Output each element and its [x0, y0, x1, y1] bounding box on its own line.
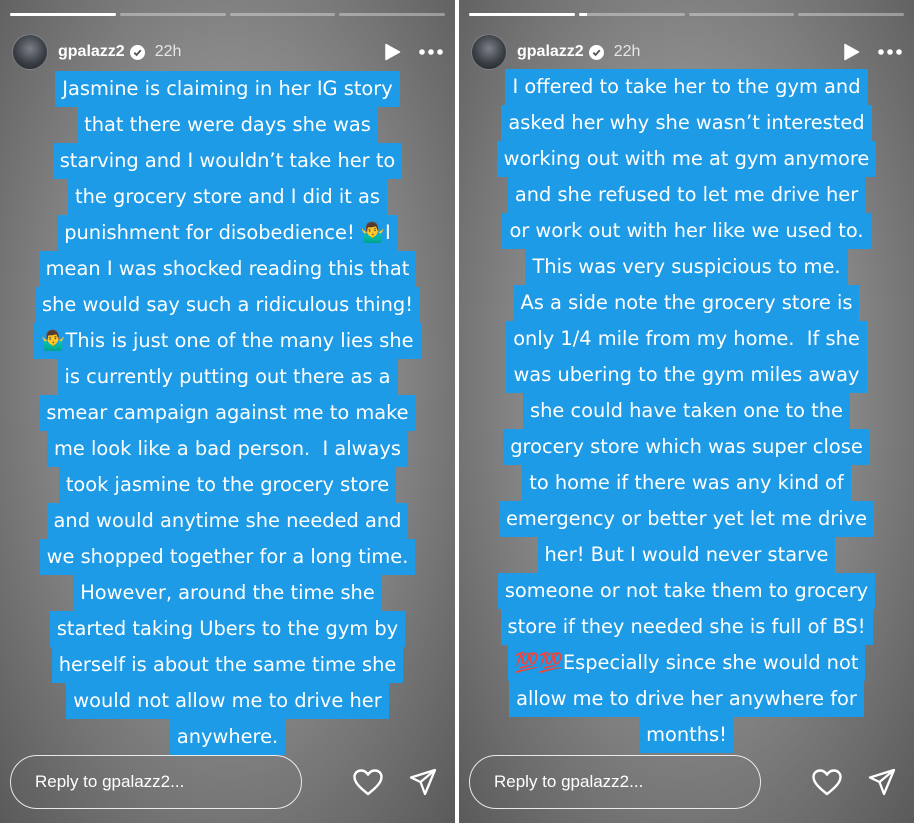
reply-input[interactable]: Reply to gpalazz2...: [10, 755, 302, 809]
play-icon[interactable]: [384, 43, 401, 61]
story-text-line: grocery store which was super close: [503, 429, 870, 465]
story-progress-bar: [469, 13, 904, 16]
story-text-line: punishment for disobedience! 🤷‍♂️I: [57, 215, 398, 251]
story-text-line: 💯💯Especially since she would not: [507, 645, 866, 681]
post-time: 22h: [613, 43, 641, 60]
progress-segment: [339, 13, 445, 16]
story-text-line: that there were days she was: [77, 107, 378, 143]
story-text-line: emergency or better yet let me drive: [498, 501, 875, 537]
story-text-line: As a side note the grocery store is: [513, 285, 860, 321]
story-text-line: me look like a bad person. I always: [46, 431, 409, 467]
story-text-line: we shopped together for a long time.: [39, 539, 416, 575]
story-footer: Reply to gpalazz2...: [469, 753, 904, 811]
story-header: gpalazz2 22h: [12, 34, 443, 70]
story-text-line: was ubering to the gym miles away: [506, 357, 867, 393]
story-text-line: months!: [639, 717, 734, 753]
story-text-line: took jasmine to the grocery store: [58, 467, 397, 503]
progress-segment: [578, 13, 685, 16]
send-icon[interactable]: [409, 768, 437, 796]
progress-segment: [10, 13, 116, 16]
reply-input[interactable]: Reply to gpalazz2...: [469, 755, 761, 809]
story-progress-bar: [10, 13, 445, 16]
story-text-line: working out with me at gym anymore: [496, 141, 877, 177]
story-text-line: to home if there was any kind of: [522, 465, 851, 501]
story-text-line: Jasmine is claiming in her IG story: [55, 71, 400, 107]
story-text-line: allow me to drive her anywhere for: [509, 681, 864, 717]
story-text-line: she could have taken one to the: [522, 393, 850, 429]
story-text-line: is currently putting out there as a: [57, 359, 398, 395]
username[interactable]: gpalazz2: [58, 43, 125, 61]
story-text-line: would not allow me to drive her: [66, 683, 389, 719]
story-text-line: the grocery store and I did it as: [68, 179, 387, 215]
send-icon[interactable]: [868, 768, 896, 796]
story-text-line: store if they needed she is full of BS!: [500, 609, 873, 645]
verified-badge-icon: [588, 44, 604, 60]
story-text-line: starving and I wouldn’t take her to: [52, 143, 403, 179]
more-icon[interactable]: [878, 49, 902, 55]
story-text-line: and she refused to let me drive her: [507, 177, 866, 213]
more-icon[interactable]: [419, 49, 443, 55]
progress-segment: [229, 13, 336, 16]
story-text-line: herself is about the same time she: [51, 647, 404, 683]
story-text-line: or work out with her like we used to.: [502, 213, 871, 249]
story-text-line: her! But I would never starve: [537, 537, 836, 573]
story-text-line: she would say such a ridiculous thing!: [35, 287, 420, 323]
progress-segment: [469, 13, 575, 16]
avatar[interactable]: [12, 34, 48, 70]
story-panel-right[interactable]: gpalazz2 22h I offered to take her to th…: [459, 0, 914, 823]
verified-badge-icon: [129, 44, 145, 60]
username[interactable]: gpalazz2: [517, 43, 584, 61]
play-icon[interactable]: [843, 43, 860, 61]
heart-icon[interactable]: [353, 768, 383, 796]
story-text-line: smear campaign against me to make: [39, 395, 416, 431]
story-header: gpalazz2 22h: [471, 34, 902, 70]
progress-segment: [688, 13, 795, 16]
story-text-line: and would anytime she needed and: [46, 503, 409, 539]
story-text-line: started taking Ubers to the gym by: [49, 611, 406, 647]
story-text: I offered to take her to the gym and ask…: [459, 69, 914, 753]
avatar[interactable]: [471, 34, 507, 70]
story-text-line: 🤷‍♂️This is just one of the many lies sh…: [34, 323, 421, 359]
post-time: 22h: [154, 43, 182, 60]
story-text-line: However, around the time she: [73, 575, 382, 611]
story-text: Jasmine is claiming in her IG story that…: [0, 71, 455, 755]
story-text-line: asked her why she wasn’t interested: [501, 105, 872, 141]
story-text-line: I offered to take her to the gym and: [505, 69, 868, 105]
story-text-line: someone or not take them to grocery: [497, 573, 876, 609]
progress-segment: [119, 13, 226, 16]
story-text-line: This was very suspicious to me.: [525, 249, 848, 285]
progress-segment: [798, 13, 904, 16]
heart-icon[interactable]: [812, 768, 842, 796]
story-text-line: only 1/4 mile from my home. If she: [506, 321, 867, 357]
story-footer: Reply to gpalazz2...: [10, 753, 445, 811]
story-panel-left[interactable]: gpalazz2 22h Jasmine is claiming in her …: [0, 0, 455, 823]
story-text-line: mean I was shocked reading this that: [38, 251, 417, 287]
story-text-line: anywhere.: [169, 719, 286, 755]
